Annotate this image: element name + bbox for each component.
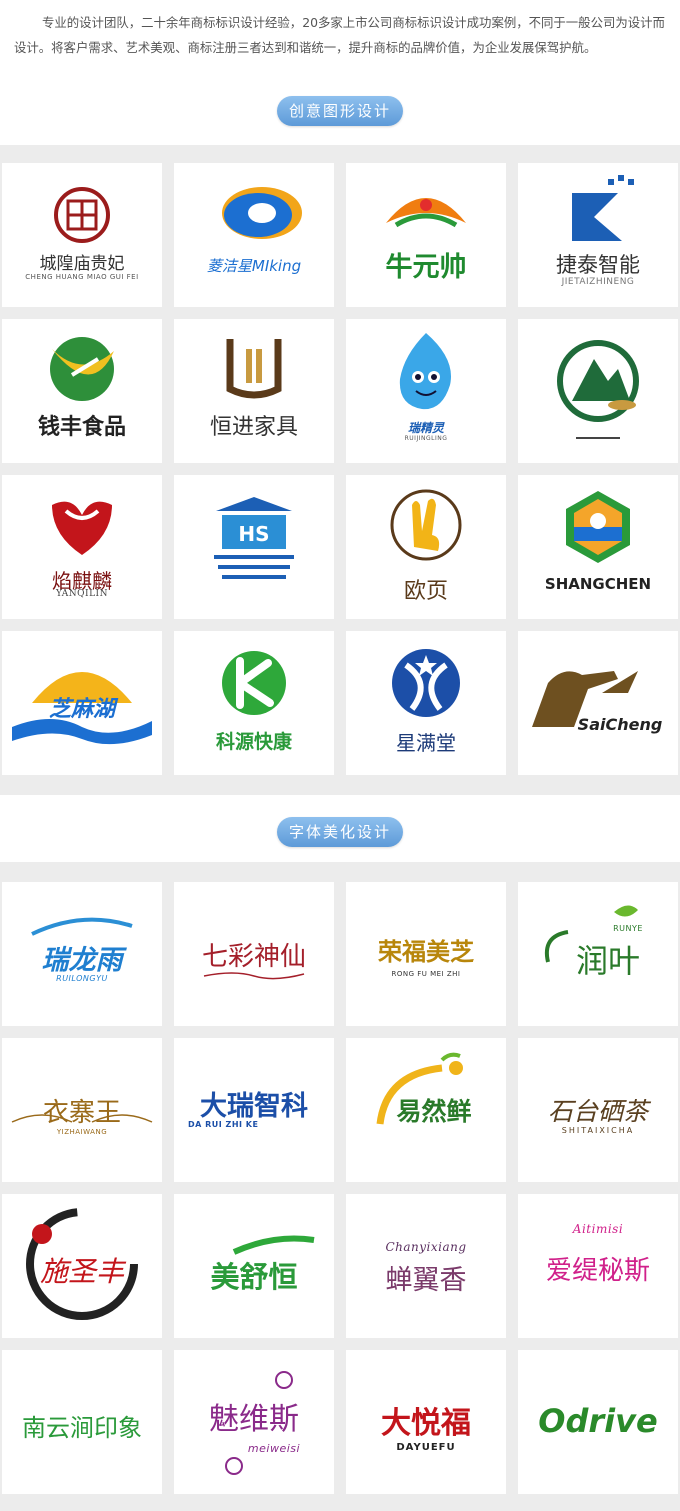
logo-sub: SHITAIXICHA [561,1126,635,1135]
logo-name: 南云涧印象 [22,1414,142,1442]
logo-name: 瑞龙雨 [41,945,123,976]
logo-card[interactable]: 瑞龙雨 RUILONGYU [2,882,162,1026]
logo-card[interactable]: 南云涧印象 [2,1350,162,1494]
logo-card[interactable]: 欧页 [346,475,506,619]
logo-card[interactable]: Odrive [518,1350,678,1494]
logo-sub: RUNYE [613,924,643,933]
logo-card[interactable]: 美舒恒 [174,1194,334,1338]
logo-card[interactable]: 衣寨王 YIZHAIWANG [2,1038,162,1182]
logo-sub: RONG FU MEI ZHI [391,970,461,978]
h-chair-icon [226,339,282,399]
swirl-icon [222,187,302,239]
building-icon: HS [214,497,294,579]
ornament-icon [386,198,466,228]
logo-sub: Chanyixiang [385,1240,467,1254]
logo-card[interactable]: 菱洁星MIking [174,163,334,307]
logo-name: SHANGCHEN [544,575,652,593]
logo-card[interactable]: 科源快康 [174,631,334,775]
logo-sub: RUIJINGLING [404,435,448,442]
logo-sub: DA RUI ZHI KE [188,1120,259,1129]
svg-text:HS: HS [238,522,269,546]
logo-name: 欧页 [403,579,448,604]
logo-name: 魅维斯 [209,1402,299,1437]
logo-name: 衣寨王 [42,1098,121,1128]
logo-name: SaiCheng [577,715,663,734]
logo-name: 爱缇秘斯 [545,1256,650,1286]
logo-card[interactable]: 恒进家具 [174,319,334,463]
logo-card[interactable]: Chanyixiang 蝉翼香 [346,1194,506,1338]
logo-name: 芝麻湖 [48,697,115,722]
hexagon-icon [566,491,630,563]
logo-card[interactable]: 焰麒麟 YANQILIN [2,475,162,619]
logo-card[interactable] [518,319,678,463]
section-title-creative: 创意图形设计 [276,96,404,126]
logo-card[interactable]: SHANGCHEN [518,475,678,619]
logo-name: 大悦福 [381,1406,471,1441]
logo-name: 润叶 [575,942,640,980]
logo-sub: YIZHAIWANG [56,1128,108,1136]
logo-name: 钱丰食品 [37,415,126,440]
logo-name: 蝉翼香 [385,1265,467,1296]
logo-name: 科源快康 [215,731,292,753]
logo-name: Odrive [538,1402,658,1440]
logo-card[interactable]: 捷泰智能 JIETAIZHINENG [518,163,678,307]
logo-sub: Aitimisi [572,1222,624,1236]
logo-sub: YANQILIN [56,589,108,599]
logo-card[interactable]: 瑞精灵 RUIJINGLING [346,319,506,463]
logo-card[interactable]: 施圣丰 [2,1194,162,1338]
logo-sub: RUILONGYU [56,974,108,983]
flourish-icon [203,972,305,980]
logo-card[interactable]: 润叶 RUNYE [518,882,678,1026]
logo-name: 美舒恒 [210,1260,298,1294]
logo-sub: DAYUEFU [396,1442,456,1453]
logo-name: 石台硒茶 [547,1097,648,1126]
logo-card[interactable]: Aitimisi 爱缇秘斯 [518,1194,678,1338]
logo-card[interactable]: 钱丰食品 [2,319,162,463]
logo-card[interactable]: 荣福美芝 RONG FU MEI ZHI [346,882,506,1026]
logo-name: 牛元帅 [385,252,467,283]
logo-name: 瑞精灵 [407,421,444,435]
logo-grid-font: 瑞龙雨 RUILONGYU 七彩神仙 荣福美芝 RONG FU MEI ZHI … [0,862,680,1511]
mountain-circle-icon [557,340,639,439]
logo-card[interactable]: 大悦福 DAYUEFU [346,1350,506,1494]
horse-icon [532,671,638,727]
logo-card[interactable]: 星满堂 [346,631,506,775]
logo-card[interactable]: 易然鲜 [346,1038,506,1182]
intro-text: 专业的设计团队，二十余年商标标识设计经验，20多家上市公司商标标识设计成功案例，… [14,15,665,55]
seal-icon [54,187,110,243]
logo-card[interactable]: 七彩神仙 [174,882,334,1026]
logo-card[interactable]: 城隍庙贵妃 CHENG HUANG MIAO GUI FEI [2,163,162,307]
logo-name: 捷泰智能 [556,253,640,277]
logo-card[interactable]: 石台硒茶 SHITAIXICHA [518,1038,678,1182]
leaf-circle-icon [50,337,114,401]
logo-name: 荣福美芝 [378,938,474,966]
logo-name: 施圣丰 [39,1255,124,1288]
logo-grid-creative: 城隍庙贵妃 CHENG HUANG MIAO GUI FEI 菱洁星MIking… [0,145,680,795]
logo-name: 菱洁星MIking [206,257,302,275]
logo-card[interactable]: SaiCheng [518,631,678,775]
logo-name: 星满堂 [396,731,456,755]
logo-sub: JIETAIZHINENG [561,277,635,287]
logo-card[interactable]: 芝麻湖 [2,631,162,775]
section-title-font: 字体美化设计 [276,817,404,847]
logo-sub: meiweisi [247,1442,301,1455]
logo-name: 城隍庙贵妃 [39,254,125,274]
logo-card[interactable]: 大瑞智科 DA RUI ZHI KE [174,1038,334,1182]
logo-name: 恒进家具 [209,415,298,440]
logo-card[interactable]: 魅维斯 meiweisi [174,1350,334,1494]
logo-name: 大瑞智科 [200,1091,308,1122]
logo-card[interactable]: HS [174,475,334,619]
logo-card[interactable]: 牛元帅 [346,163,506,307]
logo-sub: CHENG HUANG MIAO GUI FEI [25,273,139,281]
logo-name: 易然鲜 [396,1097,472,1126]
